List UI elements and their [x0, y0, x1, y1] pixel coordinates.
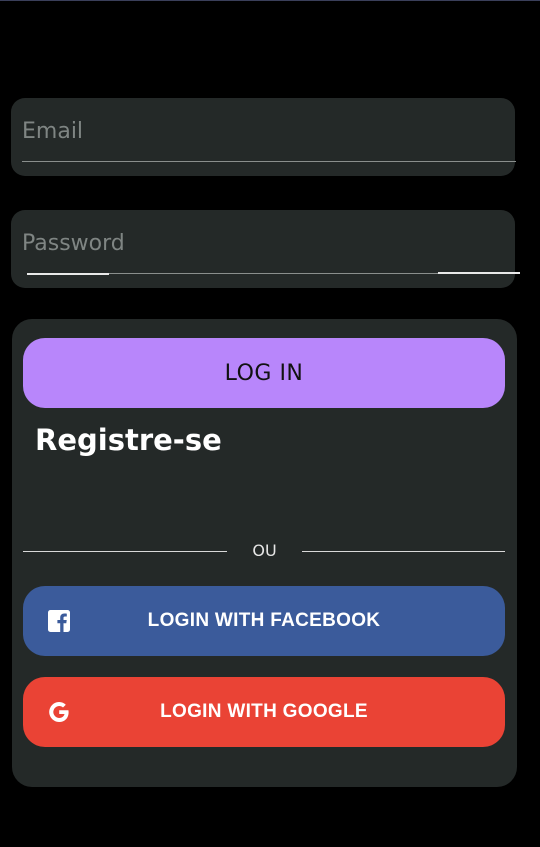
- password-underline-left: [27, 273, 109, 275]
- divider-left-line: [23, 551, 227, 552]
- divider-right-line: [302, 551, 505, 552]
- login-button[interactable]: LOG IN: [23, 338, 505, 408]
- email-underline: [22, 161, 516, 162]
- email-field-container: [11, 98, 516, 176]
- register-link[interactable]: Registre-se: [35, 423, 222, 457]
- actions-card: LOG IN Registre-se OU LOGIN WITH FACEBOO…: [12, 319, 517, 787]
- google-login-button[interactable]: LOGIN WITH GOOGLE: [23, 677, 505, 747]
- login-screen: LOG IN Registre-se OU LOGIN WITH FACEBOO…: [0, 0, 540, 847]
- email-field[interactable]: [22, 114, 492, 148]
- facebook-login-button[interactable]: LOGIN WITH FACEBOOK: [23, 586, 505, 656]
- password-underline-right: [438, 272, 520, 274]
- google-icon: [49, 702, 69, 722]
- top-border: [0, 0, 540, 1]
- login-button-label: LOG IN: [224, 360, 304, 386]
- password-field[interactable]: [22, 226, 492, 260]
- google-login-label: LOGIN WITH GOOGLE: [160, 701, 368, 722]
- facebook-icon: [48, 610, 70, 632]
- password-underline-middle: [109, 273, 438, 274]
- facebook-login-label: LOGIN WITH FACEBOOK: [147, 610, 381, 631]
- divider-or-text: OU: [252, 541, 277, 560]
- password-field-container: [11, 210, 520, 288]
